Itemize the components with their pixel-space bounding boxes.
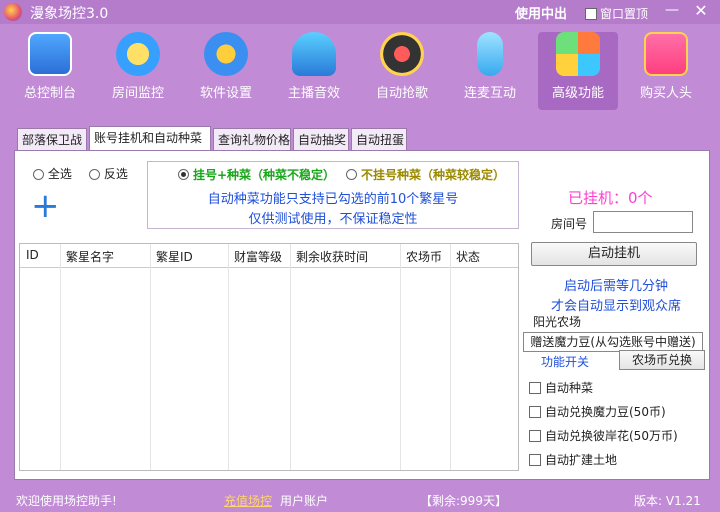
tool-console[interactable]: 总控制台 <box>10 32 90 110</box>
tool-label: 购买人头 <box>639 86 692 101</box>
col-farm-coin[interactable]: 农场币 <box>406 248 442 265</box>
tool-mic-link[interactable]: 连麦互动 <box>450 32 530 110</box>
tool-auto-song[interactable]: 自动抢歌 <box>362 32 442 110</box>
col-fx-id[interactable]: 繁星ID <box>156 248 193 265</box>
topmost-label: 窗口置顶 <box>600 7 649 21</box>
start-note-audience: 才会自动显示到观众席 <box>550 299 681 314</box>
app-title: 漫象场控3.0 <box>30 6 109 22</box>
welcome-text: 欢迎使用场控助手! <box>16 494 117 508</box>
col-id[interactable]: ID <box>26 248 39 262</box>
mode-farm-only-label: 不挂号种菜（种菜较稳定） <box>361 168 506 182</box>
mode-farm-only[interactable]: 不挂号种菜（种菜较稳定） <box>346 166 505 183</box>
add-account-button[interactable]: + <box>31 189 60 223</box>
title-bar: 漫象场控3.0 使用中出 窗口置顶 — ✕ <box>0 0 720 24</box>
col-status[interactable]: 状态 <box>456 248 480 265</box>
tool-label: 房间监控 <box>111 86 164 101</box>
exchange-bean-checkbox[interactable] <box>529 405 541 418</box>
mode-hang-farm[interactable]: 挂号+种菜（种菜不稳定） <box>178 166 335 183</box>
opt-label: 自动扩建土地 <box>545 453 618 467</box>
opt-label: 自动兑换彼岸花(50万币) <box>545 429 678 443</box>
opt-label: 自动种菜 <box>545 381 594 395</box>
col-wealth[interactable]: 财富等级 <box>234 248 282 265</box>
topmost-checkbox[interactable] <box>585 7 597 20</box>
settings-icon <box>204 32 248 76</box>
minimize-button[interactable]: — <box>664 2 680 20</box>
tool-advanced[interactable]: 高级功能 <box>538 32 618 110</box>
microphone-icon <box>477 32 503 76</box>
record-icon <box>380 32 424 76</box>
col-harvest-time[interactable]: 剩余收获时间 <box>296 248 368 265</box>
tool-room-monitor[interactable]: 房间监控 <box>98 32 178 110</box>
mode-farm-only-radio[interactable] <box>346 169 357 180</box>
room-label: 房间号 <box>551 217 588 231</box>
console-icon <box>28 32 72 76</box>
select-all-label: 全选 <box>47 167 72 181</box>
close-button[interactable]: ✕ <box>692 1 710 21</box>
mode-hang-farm-label: 挂号+种菜（种菜不稳定） <box>193 168 336 182</box>
invert-radio-dot[interactable] <box>89 169 100 180</box>
expand-land-checkbox[interactable] <box>529 453 541 466</box>
user-account: 用户账户 <box>280 494 329 508</box>
opt-auto-plant[interactable]: 自动种菜 <box>529 379 593 396</box>
table-body[interactable] <box>20 268 518 470</box>
headphones-icon <box>292 32 336 76</box>
topmost-toggle[interactable]: 窗口置顶 <box>585 5 648 22</box>
tool-label: 主播音效 <box>287 86 340 101</box>
table-header: ID 繁星名字 繁星ID 财富等级 剩余收获时间 农场币 状态 <box>20 244 518 268</box>
help-link[interactable]: 使用中出 <box>515 3 567 22</box>
tool-label: 自动抢歌 <box>375 86 428 101</box>
tab-tribe-defense[interactable]: 部落保卫战 <box>17 128 87 152</box>
invert-select-radio[interactable]: 反选 <box>89 165 128 182</box>
tab-auto-gacha[interactable]: 自动扭蛋 <box>351 128 407 152</box>
remaining-days: 【剩余:999天】 <box>420 494 507 508</box>
room-monitor-icon <box>116 32 160 76</box>
opt-label: 自动兑换魔力豆(50币) <box>545 405 666 419</box>
tool-buy-heads[interactable]: 购买人头 <box>626 32 706 110</box>
invert-label: 反选 <box>103 167 128 181</box>
advanced-icon <box>556 32 600 76</box>
farm-note-test: 仅供测试使用，不保证稳定性 <box>248 212 418 227</box>
account-table[interactable]: ID 繁星名字 繁星ID 财富等级 剩余收获时间 农场币 状态 <box>19 243 519 471</box>
opt-exchange-bean[interactable]: 自动兑换魔力豆(50币) <box>529 403 666 420</box>
select-all-radio-dot[interactable] <box>33 169 44 180</box>
tool-sound-effects[interactable]: 主播音效 <box>274 32 354 110</box>
farm-note-limit: 自动种菜功能只支持已勾选的前10个繁星号 <box>207 192 459 207</box>
opt-exchange-flower[interactable]: 自动兑换彼岸花(50万币) <box>529 427 678 444</box>
tool-settings[interactable]: 软件设置 <box>186 32 266 110</box>
col-name[interactable]: 繁星名字 <box>66 248 114 265</box>
status-bar: 欢迎使用场控助手! 充值场控 用户账户 【剩余:999天】 版本: V1.21 <box>0 486 720 512</box>
opt-expand-land[interactable]: 自动扩建土地 <box>529 451 617 468</box>
auto-plant-checkbox[interactable] <box>529 381 541 394</box>
start-note-wait: 启动后需等几分钟 <box>563 279 668 294</box>
tool-label: 连麦互动 <box>463 86 516 101</box>
tool-label: 软件设置 <box>199 86 252 101</box>
room-input[interactable] <box>593 211 693 233</box>
select-all-radio[interactable]: 全选 <box>33 165 72 182</box>
exchange-flower-checkbox[interactable] <box>529 429 541 442</box>
tab-gift-price[interactable]: 查询礼物价格 <box>213 128 291 152</box>
coin-exchange-button[interactable]: 农场币兑换 <box>619 350 705 370</box>
main-toolbar: 总控制台 房间监控 软件设置 主播音效 自动抢歌 连麦互动 高级功能 购买人头 <box>0 28 720 112</box>
gift-bean-button[interactable]: 赠送魔力豆(从勾选账号中赠送) <box>523 332 703 352</box>
tool-label: 高级功能 <box>551 86 604 101</box>
function-switch-label: 功能开关 <box>541 355 590 369</box>
version-text: 版本: V1.21 <box>634 494 701 508</box>
tab-auto-lottery[interactable]: 自动抽奖 <box>293 128 349 152</box>
farm-section-title: 阳光农场 <box>531 313 584 330</box>
mode-hang-farm-radio[interactable] <box>178 169 189 180</box>
tab-account-farm[interactable]: 账号挂机和自动种菜 <box>89 126 211 152</box>
mode-box: 挂号+种菜（种菜不稳定） 不挂号种菜（种菜较稳定） 自动种菜功能只支持已勾选的前… <box>147 161 519 229</box>
tool-label: 总控制台 <box>23 86 76 101</box>
recharge-link[interactable]: 充值场控 <box>224 492 272 509</box>
app-logo-icon <box>4 3 22 21</box>
account-farm-panel: 全选 反选 + 挂号+种菜（种菜不稳定） 不挂号种菜（种菜较稳定） 自动种菜功能… <box>14 150 710 480</box>
hung-count: 已挂机：0个 <box>568 189 653 207</box>
start-hang-button[interactable]: 启动挂机 <box>531 242 697 266</box>
gift-icon <box>644 32 688 76</box>
